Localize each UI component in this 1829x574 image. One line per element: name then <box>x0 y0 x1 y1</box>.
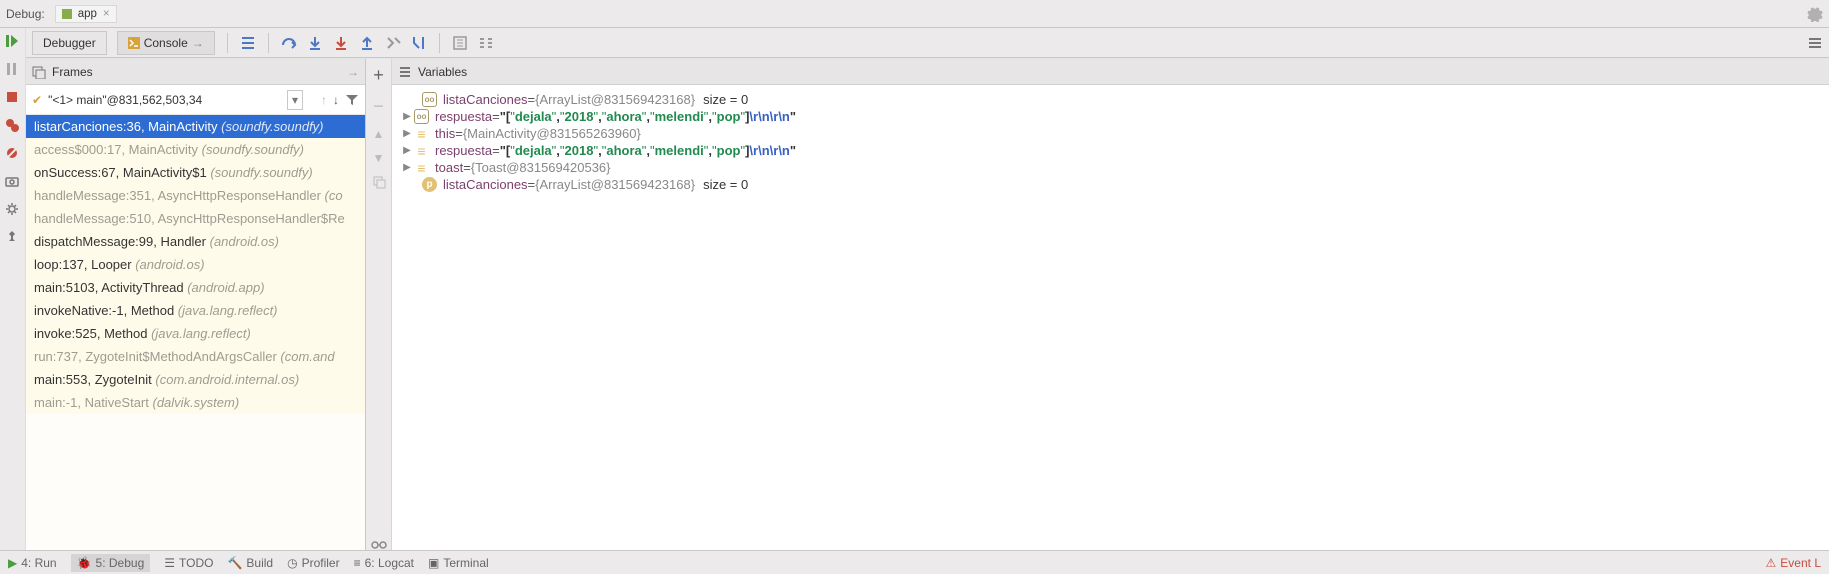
add-watch-icon[interactable]: + <box>373 65 384 86</box>
tab-console[interactable]: Console → <box>117 31 215 55</box>
frames-header: Frames → <box>26 59 365 85</box>
up-icon[interactable]: ▲ <box>373 127 385 141</box>
app-icon <box>62 9 72 19</box>
frames-list[interactable]: listarCanciones:36, MainActivity (soundf… <box>26 115 365 550</box>
step-over-icon[interactable] <box>281 35 297 51</box>
close-icon[interactable]: × <box>103 8 110 20</box>
debugger-toolbar: Debugger Console → <box>26 28 1829 58</box>
bottom-tab-profiler[interactable]: ◷Profiler <box>287 556 340 570</box>
trace-icon[interactable] <box>478 35 494 51</box>
tab-label: app <box>78 8 97 20</box>
duplicate-watch-icon[interactable] <box>372 175 386 189</box>
bottom-tab-debug[interactable]: 🐞5: Debug <box>71 554 151 572</box>
settings-icon[interactable] <box>5 202 21 218</box>
thread-label: "<1> main"@831,562,503,34 <box>48 93 281 107</box>
variable-row[interactable]: ▶ oo respuesta = "["dejala","2018","ahor… <box>392 108 1829 125</box>
event-log-button[interactable]: ⚠Event L <box>1766 556 1821 570</box>
frame-item[interactable]: main:-1, NativeStart (dalvik.system) <box>26 391 365 414</box>
frame-item[interactable]: invokeNative:-1, Method (java.lang.refle… <box>26 299 365 322</box>
frame-item[interactable]: handleMessage:351, AsyncHttpResponseHand… <box>26 184 365 207</box>
run-to-cursor-icon[interactable] <box>411 35 427 51</box>
expand-arrow-icon[interactable]: ▶ <box>400 128 414 139</box>
remove-watch-icon[interactable]: − <box>373 96 384 117</box>
bottom-tab-logcat[interactable]: ≡6: Logcat <box>354 556 414 570</box>
variables-list[interactable]: oo listaCanciones = {ArrayList@831569423… <box>392 85 1829 550</box>
chevron-down-icon[interactable]: ▾ <box>287 90 303 110</box>
variable-row[interactable]: p listaCanciones = {ArrayList@8315694231… <box>392 176 1829 193</box>
expand-arrow-icon[interactable]: ▶ <box>400 145 414 156</box>
frame-item[interactable]: invoke:525, Method (java.lang.reflect) <box>26 322 365 345</box>
frame-item[interactable]: listarCanciones:36, MainActivity (soundf… <box>26 115 365 138</box>
mute-breakpoints-icon[interactable] <box>5 146 21 162</box>
restore-layout-icon[interactable]: → <box>347 65 359 79</box>
frame-item[interactable]: main:5103, ActivityThread (android.app) <box>26 276 365 299</box>
step-into-icon[interactable] <box>307 35 323 51</box>
bottom-tab-terminal[interactable]: ▣Terminal <box>428 556 489 570</box>
thread-selector-row: ✔ "<1> main"@831,562,503,34 ▾ ↑ ↓ <box>26 85 365 115</box>
filter-icon[interactable] <box>345 93 359 107</box>
frame-item[interactable]: dispatchMessage:99, Handler (android.os) <box>26 230 365 253</box>
check-icon: ✔ <box>32 93 42 107</box>
tab-debugger[interactable]: Debugger <box>32 31 107 55</box>
debug-tab-bar: Debug: app × <box>0 0 1829 28</box>
frame-item[interactable]: onSuccess:67, MainActivity$1 (soundfy.so… <box>26 161 365 184</box>
bottom-tool-bar: ▶4: Run 🐞5: Debug ☰TODO 🔨Build ◷Profiler… <box>0 550 1829 574</box>
step-out-icon[interactable] <box>359 35 375 51</box>
bottom-tab-run[interactable]: ▶4: Run <box>8 556 57 570</box>
expand-arrow-icon[interactable]: ▶ <box>400 162 414 173</box>
glasses-icon[interactable] <box>371 540 387 550</box>
frames-panel: Frames → ✔ "<1> main"@831,562,503,34 ▾ ↑… <box>26 59 366 550</box>
debug-label: Debug: <box>6 7 45 21</box>
bottom-tab-build[interactable]: 🔨Build <box>227 556 273 570</box>
evaluate-icon[interactable] <box>452 35 468 51</box>
prev-frame-icon[interactable]: ↑ <box>321 93 327 107</box>
show-execution-point-icon[interactable] <box>240 35 256 51</box>
drop-frame-icon[interactable] <box>385 35 401 51</box>
frame-item[interactable]: run:737, ZygoteInit$MethodAndArgsCaller … <box>26 345 365 368</box>
resume-icon[interactable] <box>5 34 21 50</box>
toolbar-menu-icon[interactable] <box>1807 35 1823 51</box>
stop-icon[interactable] <box>5 90 21 106</box>
debug-session-tab[interactable]: app × <box>55 5 117 23</box>
frame-item[interactable]: main:553, ZygoteInit (com.android.intern… <box>26 368 365 391</box>
force-step-into-icon[interactable] <box>333 35 349 51</box>
breakpoints-icon[interactable] <box>5 118 21 134</box>
variables-toolbar: + − ▲ ▼ <box>366 59 392 550</box>
field-icon: ≡ <box>414 126 429 141</box>
down-icon[interactable]: ▼ <box>373 151 385 165</box>
bottom-tab-todo[interactable]: ☰TODO <box>164 556 213 570</box>
variable-row[interactable]: ▶ ≡ toast = {Toast@831569420536} <box>392 159 1829 176</box>
variable-row[interactable]: ▶ ≡ respuesta = "["dejala","2018","ahora… <box>392 142 1829 159</box>
debug-action-gutter <box>0 28 26 550</box>
param-icon: p <box>422 177 437 192</box>
variable-row[interactable]: ▶ ≡ this = {MainActivity@831565263960} <box>392 125 1829 142</box>
object-icon: oo <box>414 109 429 124</box>
variable-row[interactable]: oo listaCanciones = {ArrayList@831569423… <box>392 91 1829 108</box>
camera-icon[interactable] <box>5 174 21 190</box>
frame-item[interactable]: handleMessage:510, AsyncHttpResponseHand… <box>26 207 365 230</box>
frame-item[interactable]: loop:137, Looper (android.os) <box>26 253 365 276</box>
field-icon: ≡ <box>414 160 429 175</box>
variables-header: Variables <box>392 59 1829 85</box>
gear-icon[interactable] <box>1807 6 1823 22</box>
field-icon: ≡ <box>414 143 429 158</box>
pin-icon[interactable] <box>5 230 21 246</box>
object-icon: oo <box>422 92 437 107</box>
next-frame-icon[interactable]: ↓ <box>333 93 339 107</box>
pause-icon[interactable] <box>5 62 21 78</box>
frame-item[interactable]: access$000:17, MainActivity (soundfy.sou… <box>26 138 365 161</box>
expand-arrow-icon[interactable]: ▶ <box>400 111 414 122</box>
variables-panel: Variables oo listaCanciones = {ArrayList… <box>392 59 1829 550</box>
frames-icon <box>32 65 46 79</box>
variables-icon <box>398 65 412 79</box>
